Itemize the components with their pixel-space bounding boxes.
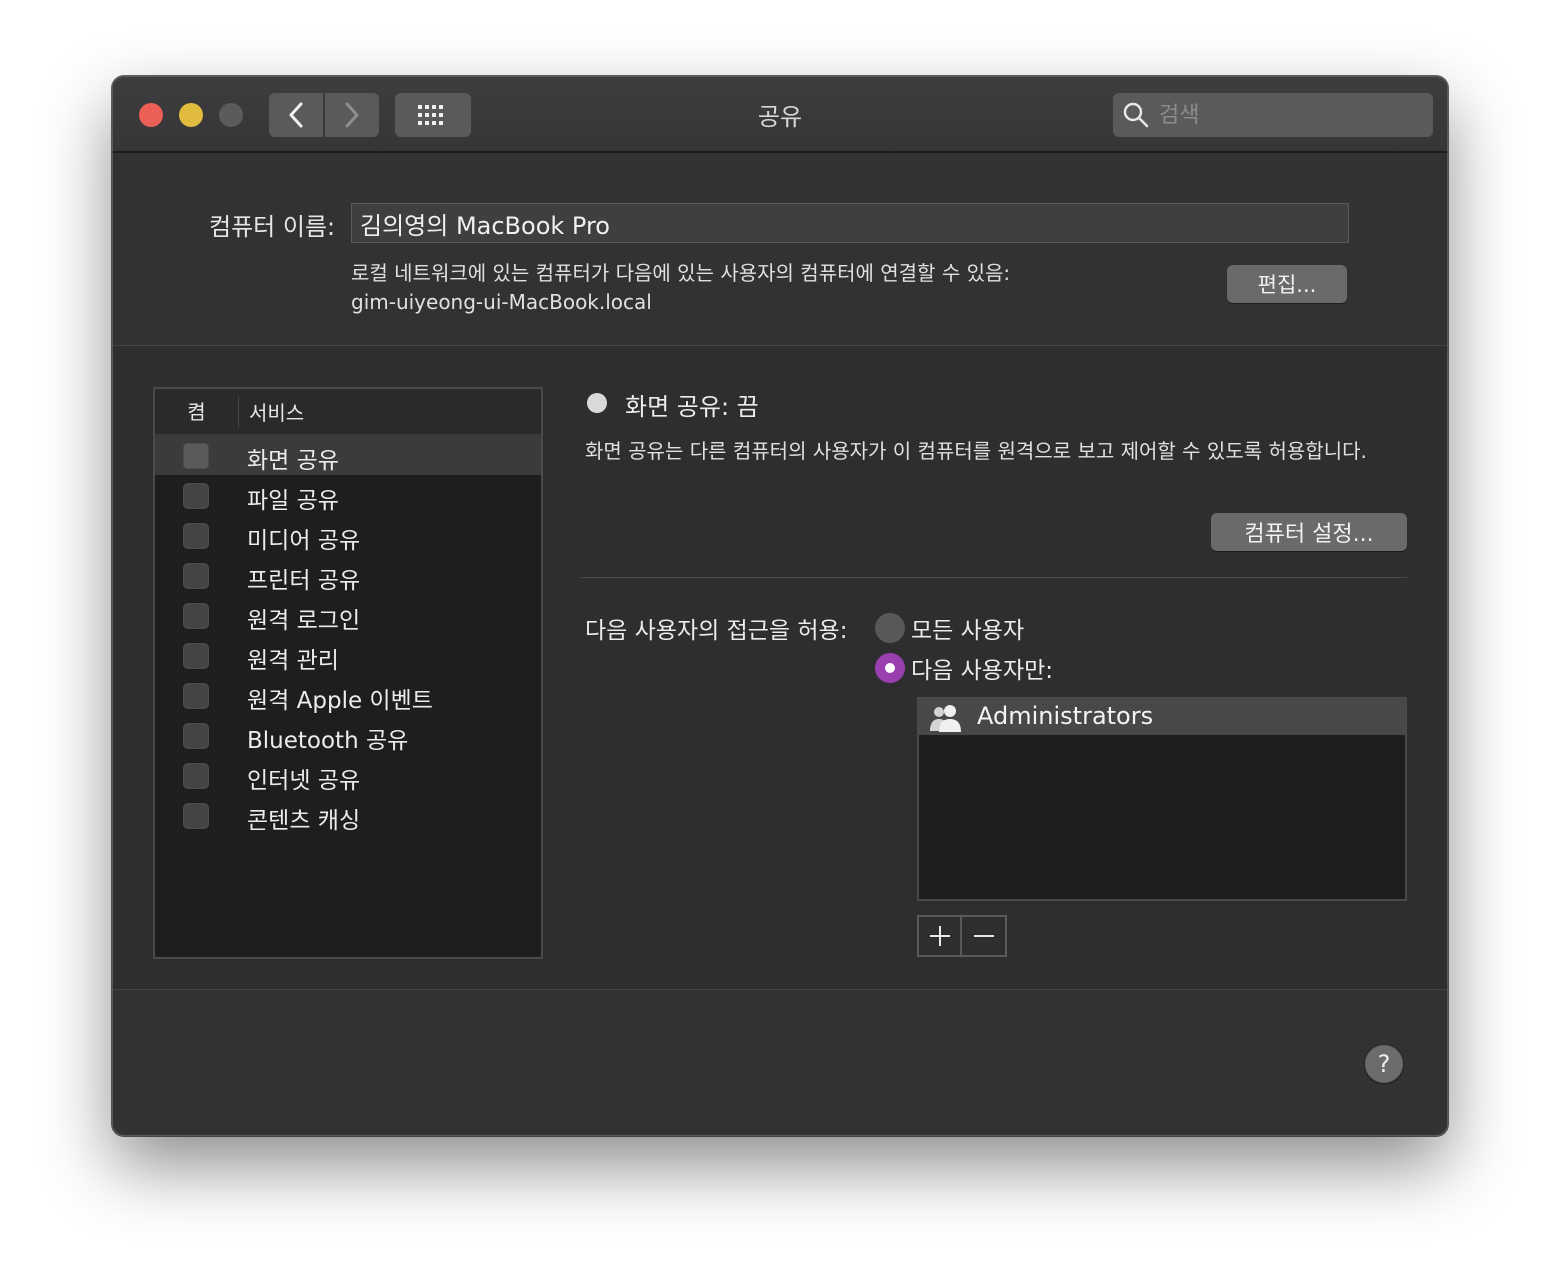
add-remove-buttons xyxy=(917,915,1007,957)
service-checkbox[interactable] xyxy=(183,483,209,509)
service-checkbox[interactable] xyxy=(183,723,209,749)
help-button[interactable]: ? xyxy=(1365,1045,1403,1083)
service-list-header: 켬 서비스 xyxy=(155,389,541,435)
radio-only-users-label[interactable]: 다음 사용자만: xyxy=(911,651,1053,685)
user-group-icon xyxy=(930,705,961,732)
system-preferences-window: 공유 컴퓨터 이름: 로컬 네트워크에 있는 컴퓨터가 다음에 있는 사용자의 … xyxy=(112,76,1448,1136)
service-checkbox[interactable] xyxy=(183,803,209,829)
status-indicator xyxy=(587,393,607,413)
service-label: 콘텐츠 캐싱 xyxy=(247,808,361,834)
add-user-button[interactable] xyxy=(919,917,963,955)
service-checkbox[interactable] xyxy=(183,643,209,669)
list-item[interactable]: Administrators xyxy=(919,699,1405,735)
user-name: Administrators xyxy=(977,702,1154,730)
remove-user-button[interactable] xyxy=(962,917,1005,955)
service-label: 원격 Apple 이벤트 xyxy=(247,688,433,714)
title-bar: 공유 xyxy=(113,77,1447,153)
radio-all-users[interactable] xyxy=(875,613,905,643)
minus-icon xyxy=(973,935,994,937)
service-row[interactable]: 콘텐츠 캐싱 xyxy=(155,795,541,835)
service-checkbox[interactable] xyxy=(183,563,209,589)
search-input[interactable] xyxy=(1157,101,1417,129)
radio-only-users[interactable] xyxy=(875,653,905,683)
service-label: 파일 공유 xyxy=(247,488,339,514)
service-label: 원격 로그인 xyxy=(247,608,361,634)
service-checkbox[interactable] xyxy=(183,603,209,629)
computer-name-label: 컴퓨터 이름: xyxy=(209,213,336,241)
search-icon xyxy=(1123,102,1149,128)
service-rows: 화면 공유파일 공유미디어 공유프린터 공유원격 로그인원격 관리원격 Appl… xyxy=(155,435,541,835)
service-label: 프린터 공유 xyxy=(247,568,361,594)
service-row[interactable]: 원격 로그인 xyxy=(155,595,541,635)
service-row[interactable]: 원격 관리 xyxy=(155,635,541,675)
local-hostname: gim-uiyeong-ui-MacBook.local xyxy=(351,290,652,314)
service-label: 인터넷 공유 xyxy=(247,768,361,794)
service-label: 미디어 공유 xyxy=(247,528,361,554)
service-description: 화면 공유는 다른 컴퓨터의 사용자가 이 컴퓨터를 원격으로 보고 제어할 수… xyxy=(585,439,1367,463)
service-label: 원격 관리 xyxy=(247,648,339,674)
column-header-on[interactable]: 켬 xyxy=(155,396,239,427)
service-row[interactable]: 미디어 공유 xyxy=(155,515,541,555)
panel-divider xyxy=(581,577,1407,578)
service-row[interactable]: 화면 공유 xyxy=(155,435,541,475)
allowed-users-list[interactable]: Administrators xyxy=(917,697,1407,901)
local-network-info: 로컬 네트워크에 있는 컴퓨터가 다음에 있는 사용자의 컴퓨터에 연결할 수 … xyxy=(351,259,1010,317)
question-icon: ? xyxy=(1377,1050,1391,1078)
service-label: Bluetooth 공유 xyxy=(247,728,409,754)
service-label: 화면 공유 xyxy=(247,448,339,474)
service-list: 켬 서비스 화면 공유파일 공유미디어 공유프린터 공유원격 로그인원격 관리원… xyxy=(153,387,543,959)
service-checkbox[interactable] xyxy=(183,763,209,789)
service-status: 화면 공유: 끔 xyxy=(625,393,759,421)
service-row[interactable]: 인터넷 공유 xyxy=(155,755,541,795)
radio-all-users-label[interactable]: 모든 사용자 xyxy=(911,611,1024,645)
access-label: 다음 사용자의 접근을 허용: xyxy=(585,618,848,644)
service-row[interactable]: Bluetooth 공유 xyxy=(155,715,541,755)
search-field[interactable] xyxy=(1113,93,1433,137)
service-checkbox[interactable] xyxy=(183,683,209,709)
service-row[interactable]: 원격 Apple 이벤트 xyxy=(155,675,541,715)
service-checkbox[interactable] xyxy=(183,523,209,549)
service-checkbox[interactable] xyxy=(183,443,209,469)
local-network-description: 로컬 네트워크에 있는 컴퓨터가 다음에 있는 사용자의 컴퓨터에 연결할 수 … xyxy=(351,261,1011,285)
service-row[interactable]: 파일 공유 xyxy=(155,475,541,515)
computer-name-input[interactable] xyxy=(351,203,1349,243)
computer-settings-button[interactable]: 컴퓨터 설정... xyxy=(1211,513,1407,551)
column-header-service[interactable]: 서비스 xyxy=(239,397,304,426)
service-row[interactable]: 프린터 공유 xyxy=(155,555,541,595)
edit-button[interactable]: 편집... xyxy=(1227,265,1347,303)
plus-icon xyxy=(929,926,950,946)
